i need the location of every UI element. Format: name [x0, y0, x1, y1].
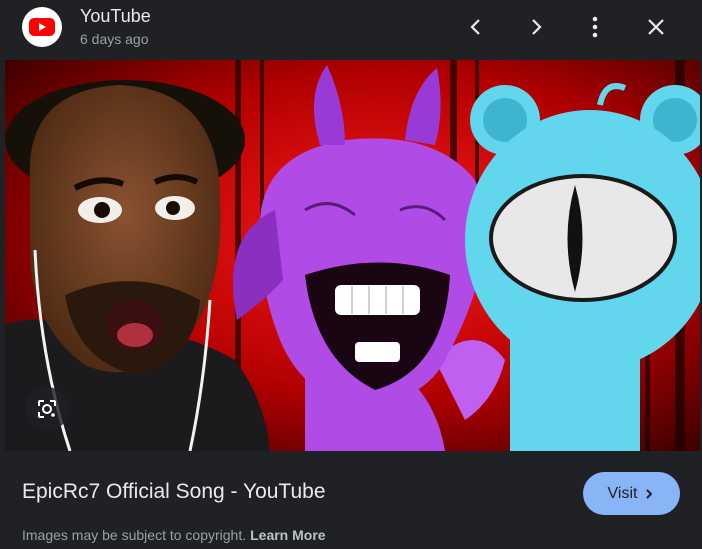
close-button[interactable] [636, 7, 676, 47]
previous-button[interactable] [456, 7, 496, 47]
visit-label: Visit [607, 484, 638, 502]
youtube-logo-icon[interactable] [22, 7, 62, 47]
chevron-right-icon [532, 19, 542, 35]
close-icon [648, 19, 664, 35]
result-title[interactable]: EpicRc7 Official Song - YouTube [22, 480, 326, 504]
chevron-right-icon [646, 488, 653, 499]
source-name[interactable]: YouTube [80, 6, 151, 27]
google-lens-icon [38, 400, 56, 418]
next-button[interactable] [516, 7, 556, 47]
copyright-text: Images may be subject to copyright. [22, 527, 247, 543]
panel-header: YouTube 6 days ago [0, 0, 702, 58]
lens-search-button[interactable] [25, 387, 69, 431]
more-vert-icon [592, 16, 598, 38]
preview-image[interactable] [5, 60, 700, 451]
more-options-button[interactable] [575, 7, 615, 47]
visit-button[interactable]: Visit [583, 472, 680, 515]
copyright-notice: Images may be subject to copyright. Learn… [22, 527, 326, 543]
chevron-left-icon [470, 19, 480, 35]
learn-more-link[interactable]: Learn More [250, 527, 325, 543]
timestamp: 6 days ago [80, 31, 149, 47]
